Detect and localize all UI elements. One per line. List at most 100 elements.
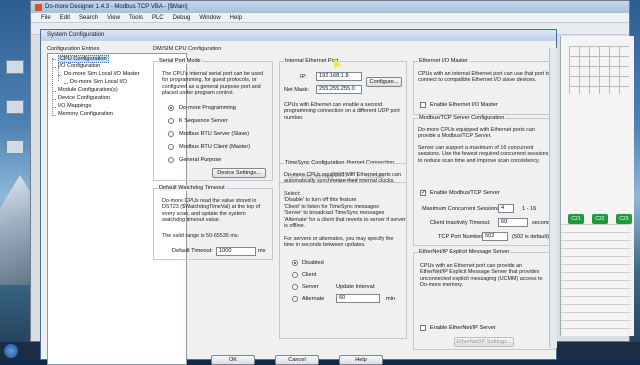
modbus-tcp-group: Modbus/TCP Server Configuration Do-more … xyxy=(413,115,555,246)
tree-line xyxy=(52,67,56,68)
modbus-enable-checkbox[interactable]: ✓ xyxy=(420,190,426,196)
default-timeout-label: Default Timeout: xyxy=(172,248,213,254)
radio-disabled[interactable] xyxy=(292,260,298,266)
max-sessions-input[interactable]: 4 xyxy=(498,204,514,213)
ok-button[interactable]: OK xyxy=(211,355,255,365)
serial-port-title: Serial Port Mode xyxy=(158,58,202,64)
radio-do-more-programming[interactable] xyxy=(168,105,174,111)
ethernet-ip-settings-button[interactable]: EtherNet/IP Settings... xyxy=(454,337,514,347)
system-configuration-dialog: System Configuration Configuration Entri… xyxy=(40,29,557,365)
serial-port-group: Serial Port Mode The CPU's internal seri… xyxy=(153,58,273,181)
tree-line xyxy=(52,91,56,92)
tree-item-io-configuration[interactable]: I/O Configuration xyxy=(58,63,100,69)
tree-item-local-io[interactable]: Do-more Sim Local I/O xyxy=(70,79,127,85)
radio-k-sequence-server[interactable] xyxy=(168,118,174,124)
radio-general-purpose[interactable] xyxy=(168,157,174,163)
net-mask-field[interactable]: 255.255.255.0 xyxy=(316,85,362,94)
tree-item-module-configuration[interactable]: Module Configuration(s) xyxy=(58,87,118,93)
vertical-scrollbar[interactable] xyxy=(549,48,557,348)
io-master-title: Ethernet I/O Master xyxy=(418,58,469,64)
tcp-port-label: TCP Port Number: xyxy=(438,234,484,240)
app-icon xyxy=(35,3,42,11)
radio-label: K Sequence Server xyxy=(179,118,228,124)
radio-modbus-rtu-client[interactable] xyxy=(168,144,174,150)
ethernet-description: CPUs with Ethernet can enable a second p… xyxy=(284,102,400,121)
modbus-enable-label: Enable Modbus/TCP Server xyxy=(430,190,500,196)
menu-help[interactable]: Help xyxy=(230,15,242,21)
help-button[interactable]: Help xyxy=(339,355,383,365)
tree-line xyxy=(52,59,56,60)
io-master-label: Enable Ethernet I/O Master xyxy=(430,102,498,108)
modbus-tcp-title: Modbus/TCP Server Configuration xyxy=(418,115,506,121)
watchdog-title: Default Watchdog Timeout xyxy=(158,185,226,191)
radio-modbus-rtu-server[interactable] xyxy=(168,131,174,137)
ethernet-ip-checkbox[interactable] xyxy=(420,325,426,331)
update-interval-input[interactable]: 60 xyxy=(336,294,380,303)
timesync-title: TimeSync Configuration xyxy=(284,160,346,166)
app-title: Do-more Designer 1.4.3 - Modbus TCP VBA … xyxy=(45,4,188,10)
menu-bar: File Edit Search View Tools PLC Debug Wi… xyxy=(31,13,629,23)
menu-plc[interactable]: PLC xyxy=(152,15,164,21)
menu-file[interactable]: File xyxy=(41,15,51,21)
radio-alternate[interactable] xyxy=(292,296,298,302)
ethernet-ip-description: CPUs with an Ethernet port can provide a… xyxy=(420,263,543,289)
radio-label: Modbus RTU Client (Master) xyxy=(179,144,251,150)
dialog-title: System Configuration xyxy=(41,30,556,41)
radio-label: General Purpose xyxy=(179,157,222,163)
coil-c23[interactable]: C23 xyxy=(616,214,632,224)
ethernet-ip-title: EtherNet/IP Explicit Message Server xyxy=(418,249,511,255)
update-interval-label: Update Interval: xyxy=(336,284,376,290)
desktop-icon[interactable] xyxy=(6,100,24,114)
tree-line xyxy=(52,99,56,100)
default-timeout-input[interactable]: 1000 xyxy=(216,247,256,256)
ethernet-ip-group: EtherNet/IP Explicit Message Server CPUs… xyxy=(413,249,555,350)
configure-button[interactable]: Configure... xyxy=(366,77,402,87)
element-grid xyxy=(569,46,629,94)
coil-c21[interactable]: C21 xyxy=(568,214,584,224)
radio-label: Modbus RTU Server (Slave) xyxy=(179,131,250,137)
desktop-icon[interactable] xyxy=(6,140,24,154)
menu-debug[interactable]: Debug xyxy=(173,15,191,21)
io-master-group: Ethernet I/O Master CPUs with an interna… xyxy=(413,58,555,115)
tree-item-local-io-master[interactable]: Do-more Sim Local I/O Master xyxy=(64,71,140,77)
device-settings-button[interactable]: Device Settings... xyxy=(212,168,266,178)
timesync-select-help: Select: 'Disable' to turn off this featu… xyxy=(284,191,406,230)
coil-c22[interactable]: C22 xyxy=(592,214,608,224)
entries-label: Configuration Entries xyxy=(47,46,100,52)
tree-item-io-mappings[interactable]: I/O Mappings xyxy=(58,103,91,109)
desktop-icon[interactable] xyxy=(6,60,24,74)
timesync-group: TimeSync Configuration Do-more CPUs equi… xyxy=(279,160,407,339)
modbus-sessions-description: Server can support a maximum of 16 concu… xyxy=(418,145,549,164)
radio-client[interactable] xyxy=(292,272,298,278)
inactivity-timeout-label: Client Inactivity Timeout: xyxy=(430,220,491,226)
tree-item-memory-configuration[interactable]: Memory Configuration xyxy=(58,111,113,117)
menu-tools[interactable]: Tools xyxy=(129,15,143,21)
max-sessions-range: 1 - 16 xyxy=(522,206,537,212)
start-button[interactable] xyxy=(4,344,18,358)
update-interval-unit: min xyxy=(386,296,396,302)
tcp-port-hint: (502 is default) xyxy=(512,234,550,240)
menu-search[interactable]: Search xyxy=(79,15,98,21)
watchdog-description: Do-more CPUs read the value stored in DS… xyxy=(162,198,261,224)
tree-line xyxy=(52,115,56,116)
cancel-button[interactable]: Cancel xyxy=(275,355,319,365)
io-master-checkbox[interactable] xyxy=(420,102,426,108)
radio-server[interactable] xyxy=(292,284,298,290)
radio-label: Alternate xyxy=(302,296,325,302)
tree-item-cpu-configuration[interactable]: CPU Configuration xyxy=(58,55,109,63)
app-title-bar: Do-more Designer 1.4.3 - Modbus TCP VBA … xyxy=(31,1,629,13)
timesync-description: Do-more CPUs equipped with Ethernet port… xyxy=(284,172,401,185)
menu-view[interactable]: View xyxy=(107,15,120,21)
inactivity-timeout-input[interactable]: 60 xyxy=(498,218,528,227)
radio-label: Client xyxy=(302,272,317,278)
tcp-port-input[interactable]: 502 xyxy=(482,232,508,241)
net-mask-label: Net Mask: xyxy=(284,87,310,93)
timesync-note: For servers or alternates, you may speci… xyxy=(284,236,394,249)
radio-label: Server xyxy=(302,284,319,290)
ip-address-field[interactable]: 192.168.1.8 xyxy=(316,72,362,81)
ladder-rungs xyxy=(561,224,631,334)
modbus-description: Do-more CPUs equipped with Ethernet port… xyxy=(418,127,535,140)
menu-edit[interactable]: Edit xyxy=(60,15,70,21)
menu-window[interactable]: Window xyxy=(199,15,220,21)
tree-item-device-configuration[interactable]: Device Configuration xyxy=(58,95,110,101)
